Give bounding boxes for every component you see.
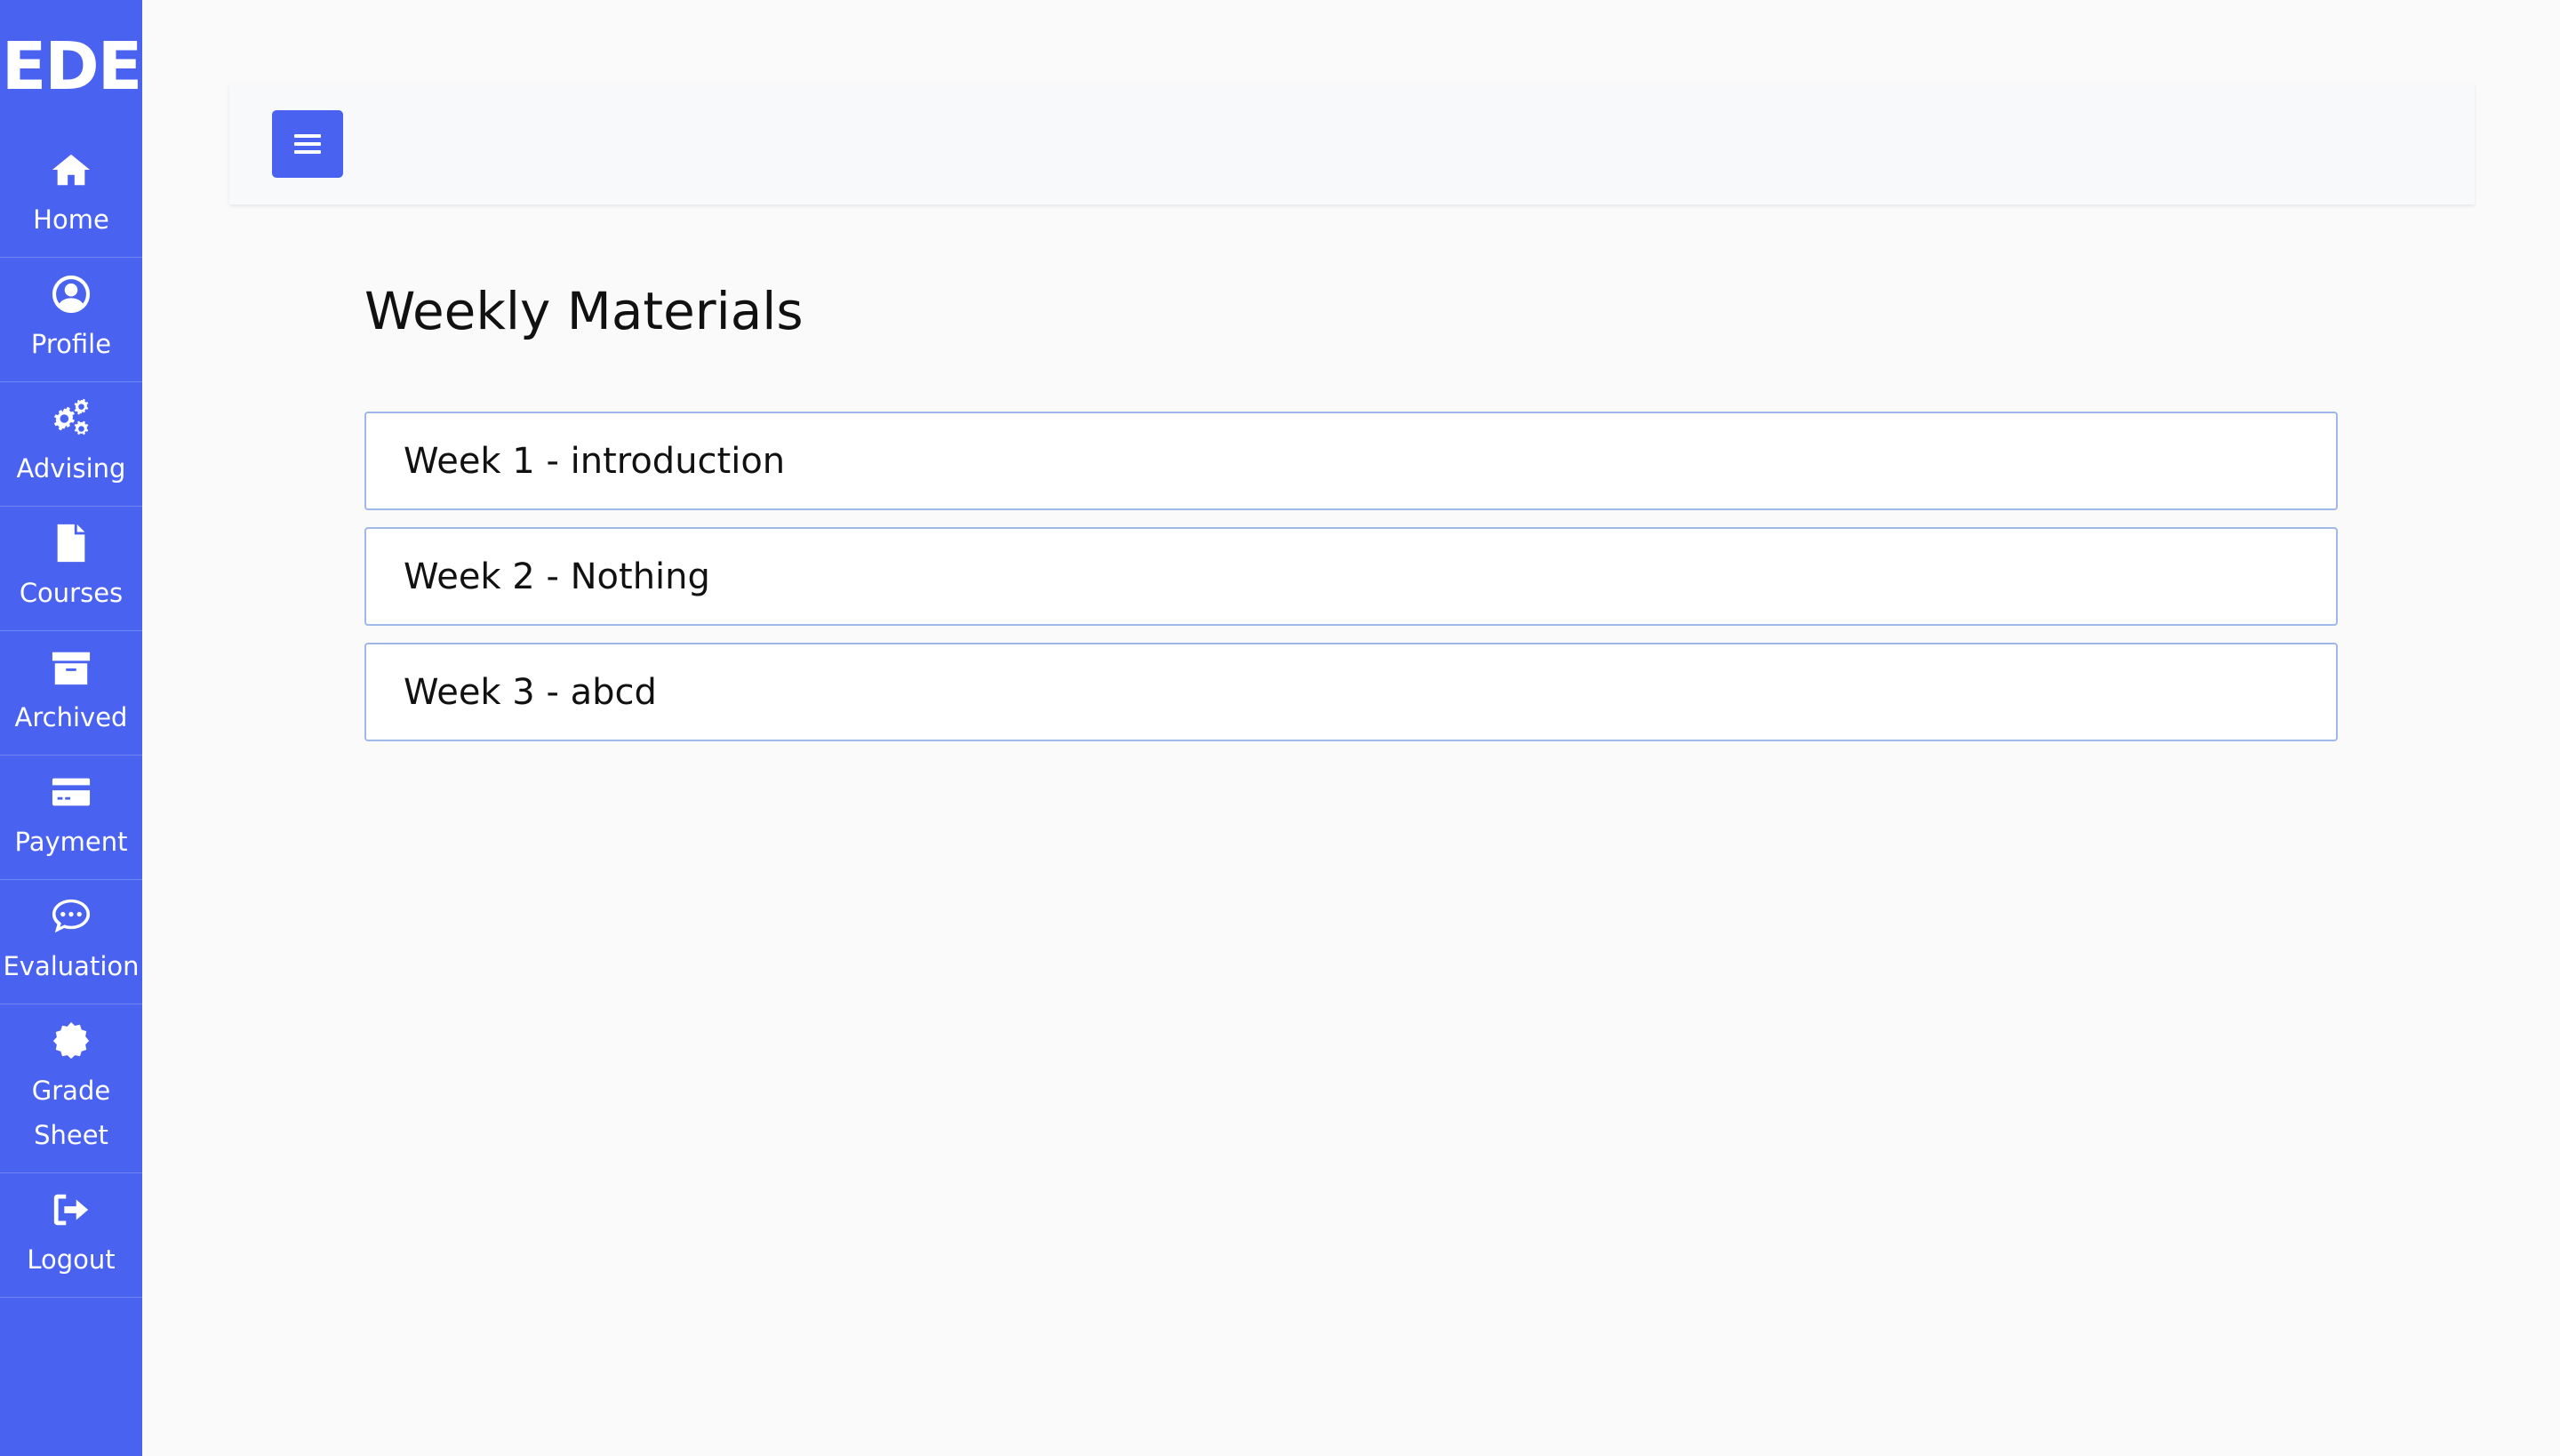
user-circle-icon [51, 274, 92, 315]
sidebar-item-label: Archived [14, 701, 128, 732]
comment-dots-icon [51, 896, 92, 937]
sidebar-item-label: Grade Sheet [31, 1075, 111, 1150]
sidebar-item-label: Evaluation [3, 950, 140, 981]
sidebar-toggle-button[interactable] [272, 110, 343, 178]
file-icon [51, 523, 92, 564]
certificate-icon [51, 1020, 92, 1061]
sidebar-item-courses[interactable]: Courses [0, 507, 142, 631]
sidebar-item-label: Courses [19, 577, 124, 608]
week-item-label: Week 2 - Nothing [404, 556, 710, 597]
sidebar-item-grade-sheet[interactable]: Grade Sheet [0, 1004, 142, 1173]
week-item-2[interactable]: Week 2 - Nothing [364, 527, 2338, 626]
archive-icon [51, 647, 92, 688]
sidebar-item-advising[interactable]: Advising [0, 382, 142, 507]
cogs-icon [51, 398, 92, 439]
week-item-label: Week 3 - abcd [404, 671, 657, 713]
sidebar-item-home[interactable]: Home [0, 133, 142, 258]
hamburger-icon [294, 134, 321, 154]
sidebar-item-label: Logout [27, 1244, 116, 1275]
sidebar-item-logout[interactable]: Logout [0, 1173, 142, 1298]
week-item-3[interactable]: Week 3 - abcd [364, 643, 2338, 741]
sidebar-item-label: Advising [16, 452, 126, 484]
sidebar-item-evaluation[interactable]: Evaluation [0, 880, 142, 1004]
week-item-1[interactable]: Week 1 - introduction [364, 412, 2338, 510]
top-navbar [229, 84, 2475, 204]
logo[interactable]: EDE [0, 0, 143, 133]
home-icon [51, 149, 92, 190]
credit-card-icon [51, 772, 92, 812]
page-title: Weekly Materials [364, 281, 804, 341]
sidebar-item-archived[interactable]: Archived [0, 631, 142, 756]
sidebar: EDE Home Profile Advising Courses Archiv… [0, 0, 142, 1456]
sign-out-icon [51, 1189, 92, 1230]
sidebar-item-label: Home [33, 204, 109, 235]
weekly-materials-list: Week 1 - introduction Week 2 - Nothing W… [364, 412, 2338, 758]
sidebar-item-payment[interactable]: Payment [0, 756, 142, 880]
sidebar-item-profile[interactable]: Profile [0, 258, 142, 382]
sidebar-item-label: Payment [14, 826, 128, 857]
week-item-label: Week 1 - introduction [404, 440, 786, 482]
sidebar-item-label: Profile [30, 328, 112, 359]
